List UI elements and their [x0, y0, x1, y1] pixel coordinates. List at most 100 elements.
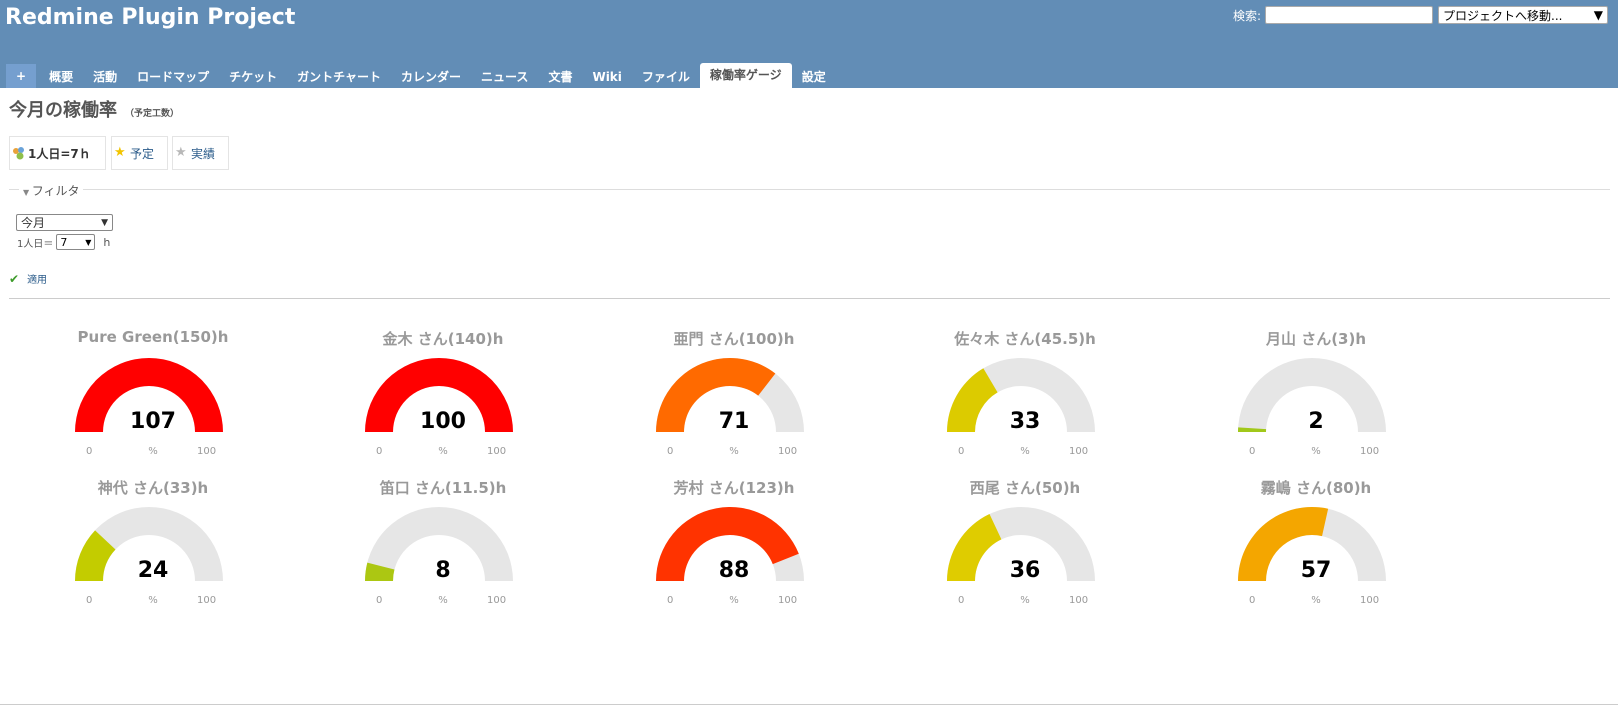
gauge-value: 57 — [1300, 558, 1332, 583]
gauge-unit-label: % — [1020, 446, 1030, 457]
dropdown-arrow-icon: ▼ — [85, 237, 92, 247]
gauge-title: 金木 さん(140)h — [382, 330, 504, 348]
gauge-title: Pure Green(150)h — [77, 328, 229, 346]
actual-legend-label: 実績 — [191, 146, 216, 161]
utilization-gauge: 佐々木 さん(45.5)h 33 0% 100 — [925, 328, 1125, 468]
gauge-title: 芳村 さん(123)h — [673, 479, 795, 497]
top-header: Redmine Plugin Project 検索: プロジェクトへ移動... … — [0, 0, 1618, 88]
star-outline-icon: ★ — [175, 145, 187, 160]
star-filled-icon: ★ — [114, 145, 126, 160]
utilization-gauge: 芳村 さん(123)h 88 0% 100 — [634, 477, 834, 617]
gauge-title: 月山 さん(3)h — [1265, 330, 1367, 348]
gauge-max-label: 100 — [778, 595, 798, 606]
tab-10[interactable]: 稼働率ゲージ — [699, 63, 792, 88]
footer-divider — [0, 704, 1618, 705]
actual-legend-box[interactable]: ★ 実績 — [172, 136, 229, 170]
checkmark-icon: ✔ — [9, 271, 20, 286]
gauge-unit-label: % — [1311, 595, 1321, 606]
gauge-unit-label: % — [438, 446, 448, 457]
gauge-max-label: 100 — [1360, 446, 1380, 457]
hours-unit: h — [103, 235, 111, 249]
gauge-max-label: 100 — [778, 446, 798, 457]
gauge-unit-label: % — [148, 446, 158, 457]
utilization-gauge: 亜門 さん(100)h 71 0% 100 — [634, 328, 834, 468]
gauge-title: 西尾 さん(50)h — [969, 479, 1081, 497]
tab-6[interactable]: ニュース — [471, 65, 538, 88]
page-title: 今月の稼働率 （予定工数） — [9, 96, 179, 122]
gauge-max-label: 100 — [487, 446, 507, 457]
period-select[interactable]: 今月 ▼ — [16, 214, 113, 231]
gauge-value: 88 — [718, 558, 750, 583]
gauge-value: 107 — [130, 409, 176, 434]
unit-info-label: 1人日=7ｈ — [28, 146, 91, 161]
plan-legend-box[interactable]: ★ 予定 — [111, 136, 168, 170]
search-input[interactable] — [1265, 6, 1433, 24]
utilization-gauge: 霧嶋 さん(80)h 57 0% 100 — [1216, 477, 1416, 617]
gauge-title: 亜門 さん(100)h — [673, 330, 795, 348]
gauge-value: 71 — [718, 409, 750, 434]
gauge-value: 2 — [1308, 409, 1324, 434]
tab-2[interactable]: ロードマップ — [127, 65, 219, 88]
tab-9[interactable]: ファイル — [632, 65, 700, 88]
gauge-value: 8 — [435, 558, 451, 583]
per-day-label: 1人日＝ — [17, 238, 54, 250]
group-users-icon — [12, 146, 26, 160]
project-title[interactable]: Redmine Plugin Project — [5, 5, 295, 30]
utilization-gauge: 西尾 さん(50)h 36 0% 100 — [925, 477, 1125, 617]
gauge-value: 100 — [420, 409, 466, 434]
page-subtitle: （予定工数） — [125, 109, 180, 119]
tab-8[interactable]: Wiki — [582, 65, 631, 88]
gauge-max-label: 100 — [487, 595, 507, 606]
gauge-title: 神代 さん(33)h — [97, 479, 209, 497]
filter-legend-label: フィルタ — [31, 184, 80, 198]
gauge-unit-label: % — [729, 446, 739, 457]
gauge-value: 33 — [1009, 409, 1041, 434]
gauge-unit-label: % — [1311, 446, 1321, 457]
filter-fieldset: ▼ フィルタ — [9, 182, 1610, 199]
tab-3[interactable]: チケット — [219, 65, 287, 88]
hours-select[interactable]: 7 ▼ — [56, 234, 96, 250]
apply-button[interactable]: ✔ 適用 — [9, 271, 48, 287]
gauge-unit-label: % — [1020, 595, 1030, 606]
tab-7[interactable]: 文書 — [538, 65, 582, 88]
gauge-unit-label: % — [438, 595, 448, 606]
gauge-max-label: 100 — [1069, 446, 1089, 457]
divider — [9, 298, 1610, 299]
utilization-gauge: 金木 さん(140)h 100 0% 100 — [343, 328, 543, 468]
tab-11[interactable]: 設定 — [792, 65, 836, 88]
gauge-value: 36 — [1009, 558, 1041, 583]
tab-0[interactable]: 概要 — [39, 65, 83, 88]
tab-4[interactable]: ガントチャート — [287, 65, 391, 88]
utilization-gauge: 笛口 さん(11.5)h 8 0% 100 — [343, 477, 543, 617]
utilization-gauge: 神代 さん(33)h 24 0% 100 — [53, 477, 253, 617]
dropdown-arrow-icon: ▼ — [101, 217, 108, 228]
unit-info-box: 1人日=7ｈ — [9, 136, 106, 170]
project-jump-select[interactable]: プロジェクトへ移動... ▼ — [1438, 6, 1608, 24]
new-object-button[interactable]: + — [6, 64, 37, 88]
hours-select-value: 7 — [60, 235, 68, 249]
gauge-max-label: 100 — [197, 446, 217, 457]
gauge-max-label: 100 — [1360, 595, 1380, 606]
tab-5[interactable]: カレンダー — [391, 65, 471, 88]
collapse-triangle-icon: ▼ — [23, 188, 32, 197]
gauge-unit-label: % — [729, 595, 739, 606]
utilization-gauge: 月山 さん(3)h 2 0% 100 — [1216, 328, 1416, 468]
gauge-value: 24 — [137, 558, 169, 583]
main-menu: + 概要 活動 ロードマップ チケット ガントチャート カレンダー ニュース 文書 Wiki ファ… — [6, 62, 836, 88]
filter-legend[interactable]: ▼ フィルタ — [19, 182, 84, 199]
gauge-title: 佐々木 さん(45.5)h — [954, 330, 1096, 348]
tab-1[interactable]: 活動 — [83, 65, 127, 88]
apply-label: 適用 — [27, 275, 48, 286]
gauge-unit-label: % — [148, 595, 158, 606]
project-jump-label: プロジェクトへ移動... — [1443, 8, 1563, 23]
gauge-title: 霧嶋 さん(80)h — [1260, 479, 1372, 497]
dropdown-arrow-icon: ▼ — [1593, 8, 1603, 22]
plan-legend-label: 予定 — [130, 146, 155, 161]
period-select-value: 今月 — [21, 216, 46, 230]
page-title-text: 今月の稼働率 — [9, 100, 117, 121]
gauge-max-label: 100 — [197, 595, 217, 606]
gauge-max-label: 100 — [1069, 595, 1089, 606]
search-label: 検索: — [1232, 8, 1261, 23]
gauge-title: 笛口 さん(11.5)h — [379, 479, 507, 497]
quick-search: 検索: プロジェクトへ移動... ▼ — [1233, 6, 1608, 24]
